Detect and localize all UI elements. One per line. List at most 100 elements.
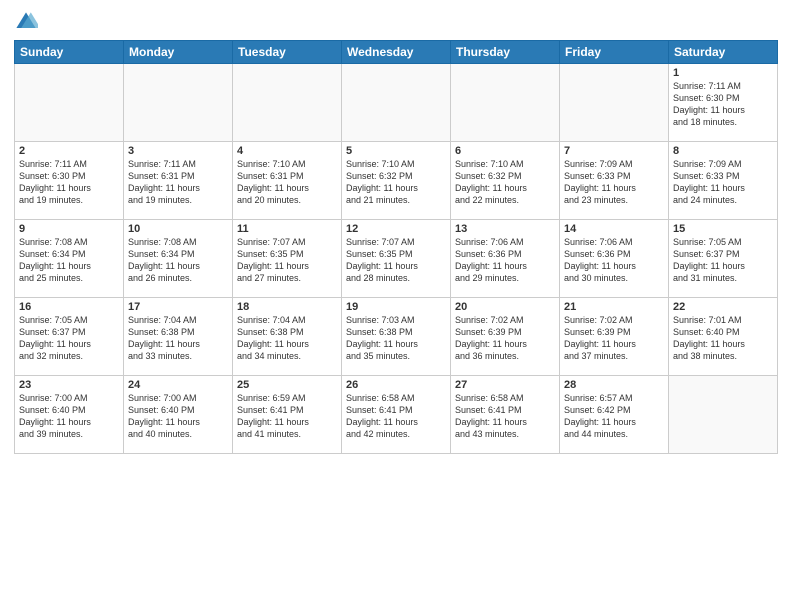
calendar-cell: 20Sunrise: 7:02 AM Sunset: 6:39 PM Dayli…: [451, 298, 560, 376]
day-number: 27: [455, 379, 555, 391]
calendar-cell: 4Sunrise: 7:10 AM Sunset: 6:31 PM Daylig…: [233, 142, 342, 220]
day-number: 1: [673, 67, 773, 79]
header: [14, 10, 778, 34]
page: SundayMondayTuesdayWednesdayThursdayFrid…: [0, 0, 792, 612]
header-sunday: Sunday: [15, 41, 124, 64]
header-wednesday: Wednesday: [342, 41, 451, 64]
day-info: Sunrise: 7:10 AM Sunset: 6:32 PM Dayligh…: [455, 158, 555, 207]
day-info: Sunrise: 7:03 AM Sunset: 6:38 PM Dayligh…: [346, 314, 446, 363]
day-number: 18: [237, 301, 337, 313]
header-saturday: Saturday: [669, 41, 778, 64]
day-info: Sunrise: 6:57 AM Sunset: 6:42 PM Dayligh…: [564, 392, 664, 441]
header-monday: Monday: [124, 41, 233, 64]
calendar-table: SundayMondayTuesdayWednesdayThursdayFrid…: [14, 40, 778, 454]
calendar-body: 1Sunrise: 7:11 AM Sunset: 6:30 PM Daylig…: [15, 64, 778, 454]
day-info: Sunrise: 6:58 AM Sunset: 6:41 PM Dayligh…: [455, 392, 555, 441]
calendar-cell: 26Sunrise: 6:58 AM Sunset: 6:41 PM Dayli…: [342, 376, 451, 454]
day-info: Sunrise: 7:00 AM Sunset: 6:40 PM Dayligh…: [128, 392, 228, 441]
calendar-cell: 14Sunrise: 7:06 AM Sunset: 6:36 PM Dayli…: [560, 220, 669, 298]
day-number: 16: [19, 301, 119, 313]
day-number: 11: [237, 223, 337, 235]
day-number: 20: [455, 301, 555, 313]
calendar-cell: [15, 64, 124, 142]
day-number: 26: [346, 379, 446, 391]
calendar-cell: 17Sunrise: 7:04 AM Sunset: 6:38 PM Dayli…: [124, 298, 233, 376]
calendar-cell: 1Sunrise: 7:11 AM Sunset: 6:30 PM Daylig…: [669, 64, 778, 142]
week-row-4: 23Sunrise: 7:00 AM Sunset: 6:40 PM Dayli…: [15, 376, 778, 454]
calendar-header: SundayMondayTuesdayWednesdayThursdayFrid…: [15, 41, 778, 64]
calendar-cell: 28Sunrise: 6:57 AM Sunset: 6:42 PM Dayli…: [560, 376, 669, 454]
calendar-cell: [669, 376, 778, 454]
calendar-cell: 18Sunrise: 7:04 AM Sunset: 6:38 PM Dayli…: [233, 298, 342, 376]
calendar-cell: 7Sunrise: 7:09 AM Sunset: 6:33 PM Daylig…: [560, 142, 669, 220]
day-number: 28: [564, 379, 664, 391]
day-info: Sunrise: 7:09 AM Sunset: 6:33 PM Dayligh…: [564, 158, 664, 207]
day-number: 23: [19, 379, 119, 391]
day-info: Sunrise: 7:06 AM Sunset: 6:36 PM Dayligh…: [564, 236, 664, 285]
logo: [14, 10, 42, 34]
calendar-cell: 21Sunrise: 7:02 AM Sunset: 6:39 PM Dayli…: [560, 298, 669, 376]
week-row-2: 9Sunrise: 7:08 AM Sunset: 6:34 PM Daylig…: [15, 220, 778, 298]
header-thursday: Thursday: [451, 41, 560, 64]
day-info: Sunrise: 7:08 AM Sunset: 6:34 PM Dayligh…: [19, 236, 119, 285]
day-number: 4: [237, 145, 337, 157]
calendar-cell: 5Sunrise: 7:10 AM Sunset: 6:32 PM Daylig…: [342, 142, 451, 220]
day-number: 24: [128, 379, 228, 391]
header-row: SundayMondayTuesdayWednesdayThursdayFrid…: [15, 41, 778, 64]
day-info: Sunrise: 7:08 AM Sunset: 6:34 PM Dayligh…: [128, 236, 228, 285]
day-info: Sunrise: 7:02 AM Sunset: 6:39 PM Dayligh…: [455, 314, 555, 363]
calendar-cell: 24Sunrise: 7:00 AM Sunset: 6:40 PM Dayli…: [124, 376, 233, 454]
day-number: 10: [128, 223, 228, 235]
day-number: 6: [455, 145, 555, 157]
calendar-cell: 8Sunrise: 7:09 AM Sunset: 6:33 PM Daylig…: [669, 142, 778, 220]
calendar-cell: [451, 64, 560, 142]
day-number: 5: [346, 145, 446, 157]
day-info: Sunrise: 7:05 AM Sunset: 6:37 PM Dayligh…: [19, 314, 119, 363]
calendar-cell: 27Sunrise: 6:58 AM Sunset: 6:41 PM Dayli…: [451, 376, 560, 454]
day-info: Sunrise: 7:02 AM Sunset: 6:39 PM Dayligh…: [564, 314, 664, 363]
calendar-cell: 2Sunrise: 7:11 AM Sunset: 6:30 PM Daylig…: [15, 142, 124, 220]
day-info: Sunrise: 7:04 AM Sunset: 6:38 PM Dayligh…: [128, 314, 228, 363]
day-info: Sunrise: 7:11 AM Sunset: 6:30 PM Dayligh…: [19, 158, 119, 207]
day-number: 22: [673, 301, 773, 313]
day-info: Sunrise: 7:07 AM Sunset: 6:35 PM Dayligh…: [237, 236, 337, 285]
day-info: Sunrise: 7:10 AM Sunset: 6:32 PM Dayligh…: [346, 158, 446, 207]
calendar-cell: 3Sunrise: 7:11 AM Sunset: 6:31 PM Daylig…: [124, 142, 233, 220]
day-info: Sunrise: 7:07 AM Sunset: 6:35 PM Dayligh…: [346, 236, 446, 285]
calendar-cell: 13Sunrise: 7:06 AM Sunset: 6:36 PM Dayli…: [451, 220, 560, 298]
calendar-cell: 23Sunrise: 7:00 AM Sunset: 6:40 PM Dayli…: [15, 376, 124, 454]
day-number: 15: [673, 223, 773, 235]
week-row-3: 16Sunrise: 7:05 AM Sunset: 6:37 PM Dayli…: [15, 298, 778, 376]
calendar-cell: 19Sunrise: 7:03 AM Sunset: 6:38 PM Dayli…: [342, 298, 451, 376]
calendar-cell: 16Sunrise: 7:05 AM Sunset: 6:37 PM Dayli…: [15, 298, 124, 376]
logo-icon: [14, 10, 38, 34]
day-number: 19: [346, 301, 446, 313]
day-info: Sunrise: 7:10 AM Sunset: 6:31 PM Dayligh…: [237, 158, 337, 207]
calendar-cell: [560, 64, 669, 142]
calendar-cell: 15Sunrise: 7:05 AM Sunset: 6:37 PM Dayli…: [669, 220, 778, 298]
day-info: Sunrise: 7:11 AM Sunset: 6:30 PM Dayligh…: [673, 80, 773, 129]
day-number: 7: [564, 145, 664, 157]
day-info: Sunrise: 6:58 AM Sunset: 6:41 PM Dayligh…: [346, 392, 446, 441]
day-info: Sunrise: 7:00 AM Sunset: 6:40 PM Dayligh…: [19, 392, 119, 441]
day-number: 2: [19, 145, 119, 157]
calendar-cell: 11Sunrise: 7:07 AM Sunset: 6:35 PM Dayli…: [233, 220, 342, 298]
day-info: Sunrise: 7:05 AM Sunset: 6:37 PM Dayligh…: [673, 236, 773, 285]
day-number: 25: [237, 379, 337, 391]
day-number: 13: [455, 223, 555, 235]
day-info: Sunrise: 7:06 AM Sunset: 6:36 PM Dayligh…: [455, 236, 555, 285]
calendar-cell: [124, 64, 233, 142]
day-number: 3: [128, 145, 228, 157]
day-info: Sunrise: 7:01 AM Sunset: 6:40 PM Dayligh…: [673, 314, 773, 363]
calendar-cell: 6Sunrise: 7:10 AM Sunset: 6:32 PM Daylig…: [451, 142, 560, 220]
day-number: 17: [128, 301, 228, 313]
day-number: 9: [19, 223, 119, 235]
day-number: 12: [346, 223, 446, 235]
calendar-cell: [342, 64, 451, 142]
header-friday: Friday: [560, 41, 669, 64]
day-number: 21: [564, 301, 664, 313]
week-row-1: 2Sunrise: 7:11 AM Sunset: 6:30 PM Daylig…: [15, 142, 778, 220]
calendar-cell: 25Sunrise: 6:59 AM Sunset: 6:41 PM Dayli…: [233, 376, 342, 454]
calendar-cell: 22Sunrise: 7:01 AM Sunset: 6:40 PM Dayli…: [669, 298, 778, 376]
calendar-cell: 10Sunrise: 7:08 AM Sunset: 6:34 PM Dayli…: [124, 220, 233, 298]
